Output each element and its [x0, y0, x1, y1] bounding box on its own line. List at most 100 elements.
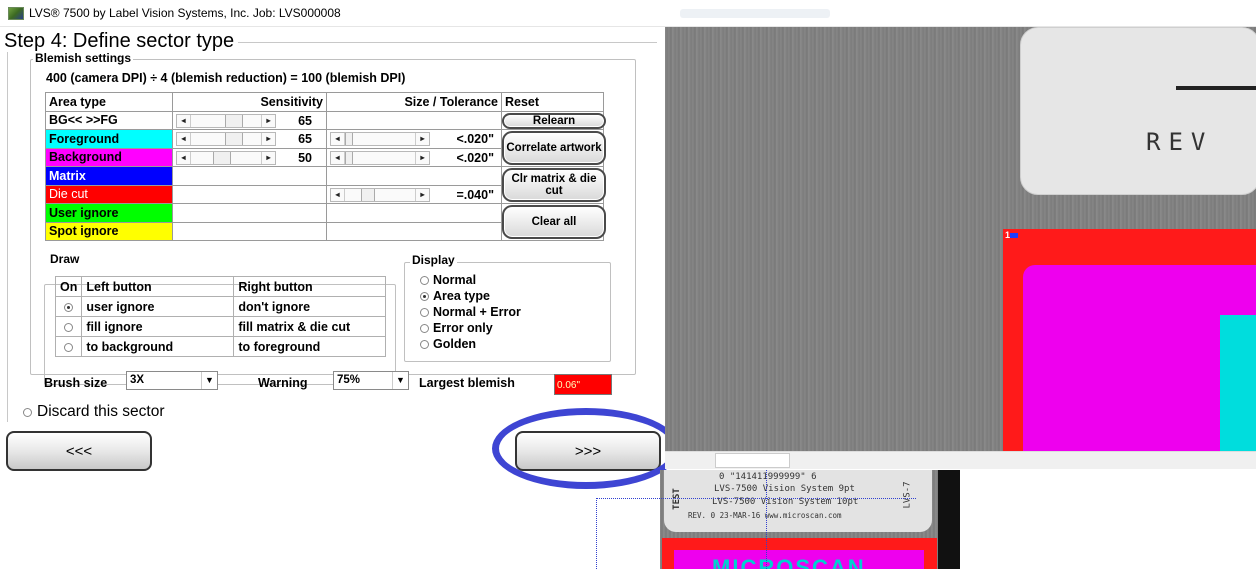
label-card: REV [1020, 27, 1256, 195]
header-area-type: Area type [45, 92, 173, 112]
label-bar [1176, 86, 1256, 90]
size-value: <.020" [456, 132, 494, 147]
display-option-area-type[interactable]: Area type [420, 289, 490, 303]
radio-icon[interactable] [420, 291, 429, 301]
table-row: to background to foreground [54, 336, 387, 357]
draw-right-value: to foreground [233, 336, 387, 357]
warning-label: Warning [258, 376, 308, 390]
area-background[interactable]: Background [45, 147, 173, 167]
sensitivity-value: 50 [298, 150, 312, 165]
scrollbar-thumb[interactable] [715, 453, 790, 468]
size-slider-foreground[interactable]: ◂ ▸ [330, 132, 430, 147]
area-spot-ignore[interactable]: Spot ignore [45, 221, 173, 241]
size-cell: ◂ ▸ =.040" [326, 184, 502, 204]
option-label: Normal + Error [433, 305, 521, 319]
display-option-golden[interactable]: Golden [420, 337, 476, 351]
draw-right-value: don't ignore [233, 296, 387, 317]
blemish-settings-label: Blemish settings [33, 51, 134, 65]
area-bgfg[interactable]: BG<< >>FG [45, 110, 173, 130]
size-cell: ◂ ▸ <.020" [326, 147, 502, 167]
thumb-line: 0 "141411999999" 6 [719, 472, 817, 482]
draw-left-value: fill ignore [81, 316, 235, 337]
size-cell [326, 203, 502, 223]
sensitivity-slider-background[interactable]: ◂ ▸ [176, 150, 276, 165]
thumb-brand: MICROSCAN [712, 555, 866, 569]
radio-icon[interactable] [420, 323, 429, 333]
draw-table: On Left button Right button user ignore … [54, 276, 387, 357]
window-titlebar: LVS® 7500 by Label Vision Systems, Inc. … [0, 0, 1256, 27]
display-option-normal-error[interactable]: Normal + Error [420, 305, 521, 319]
draw-radio-to-background[interactable] [64, 342, 74, 352]
sensitivity-cell [172, 221, 327, 241]
sensitivity-cell [172, 166, 327, 186]
size-slider-die-cut[interactable]: ◂ ▸ [330, 187, 430, 202]
warning-select[interactable]: 75% ▼ [333, 371, 409, 390]
header-on: On [54, 276, 83, 297]
header-reset: Reset [501, 92, 604, 112]
guide-line [596, 498, 597, 569]
previous-button[interactable]: <<< [6, 431, 152, 471]
clear-all-button[interactable]: Clear all [502, 205, 606, 239]
option-label: Golden [433, 337, 477, 351]
thumb-line: REV. 0 23-MAR-16 www.microscan.com [688, 511, 842, 520]
option-label: Error only [433, 321, 493, 335]
discard-sector-option[interactable]: Discard this sector [23, 403, 164, 421]
window-title: LVS® 7500 by Label Vision Systems, Inc. … [29, 6, 341, 20]
table-row: user ignore don't ignore [54, 296, 387, 317]
chevron-down-icon: ▼ [392, 372, 408, 389]
blurred-title-text [680, 9, 830, 18]
warning-value: 75% [337, 374, 361, 386]
correlate-artwork-button[interactable]: Correlate artwork [502, 131, 606, 165]
table-row: fill ignore fill matrix & die cut [54, 316, 387, 337]
guide-line [596, 498, 916, 499]
thumb-test-text: TEST [671, 488, 682, 510]
sensitivity-cell: ◂ ▸ 65 [172, 110, 327, 130]
sector-tag: 1 [1005, 230, 1019, 240]
app-icon [8, 6, 24, 20]
draw-left-value: to background [81, 336, 235, 357]
size-value: =.040" [456, 187, 494, 202]
size-cell [326, 166, 502, 186]
header-left-button: Left button [81, 276, 235, 297]
image-horizontal-scrollbar[interactable] [665, 451, 1256, 469]
draw-radio-cell [54, 316, 83, 337]
option-label: Normal [433, 273, 477, 287]
area-die-cut[interactable]: Die cut [45, 184, 173, 204]
thumbnail-card: 0 "141411999999" 6 LVS-7500 Vision Syste… [664, 470, 932, 532]
size-value: <.020" [456, 150, 494, 165]
header-size-tolerance: Size / Tolerance [326, 92, 502, 112]
relearn-button[interactable]: Relearn [502, 113, 606, 129]
sensitivity-value: 65 [298, 132, 312, 147]
foreground-area [1220, 315, 1256, 451]
sensitivity-slider-bgfg[interactable]: ◂ ▸ [176, 113, 276, 128]
size-cell [326, 110, 502, 130]
size-cell: ◂ ▸ <.020" [326, 129, 502, 149]
brush-size-select[interactable]: 3X ▼ [126, 371, 218, 390]
size-slider-background[interactable]: ◂ ▸ [330, 150, 430, 165]
display-option-normal[interactable]: Normal [420, 273, 476, 287]
draw-radio-cell [54, 296, 83, 317]
radio-icon[interactable] [420, 275, 429, 285]
brush-size-label: Brush size [44, 376, 108, 390]
sector-marker [1010, 233, 1019, 238]
draw-radio-cell [54, 336, 83, 357]
draw-radio-user-ignore[interactable] [64, 302, 74, 312]
thumb-side-text: LVS-7 [902, 481, 913, 509]
display-option-error-only[interactable]: Error only [420, 321, 493, 335]
area-matrix[interactable]: Matrix [45, 166, 173, 186]
display-label: Display [410, 253, 457, 267]
thumbnail-image[interactable]: 0 "141411999999" 6 LVS-7500 Vision Syste… [660, 470, 960, 569]
sensitivity-cell: ◂ ▸ 50 [172, 147, 327, 167]
clr-matrix-die-cut-button[interactable]: Clr matrix & die cut [502, 168, 606, 202]
camera-image-view[interactable]: REV 1 [665, 27, 1256, 451]
radio-icon[interactable] [420, 307, 429, 317]
radio-icon[interactable] [23, 407, 32, 417]
area-foreground[interactable]: Foreground [45, 129, 173, 149]
sensitivity-slider-foreground[interactable]: ◂ ▸ [176, 132, 276, 147]
radio-icon[interactable] [420, 339, 429, 349]
highlight-circle [492, 408, 680, 489]
brush-size-value: 3X [130, 374, 145, 386]
area-user-ignore[interactable]: User ignore [45, 203, 173, 223]
draw-radio-fill-ignore[interactable] [64, 322, 74, 332]
label-rev-text: REV [1146, 128, 1214, 156]
